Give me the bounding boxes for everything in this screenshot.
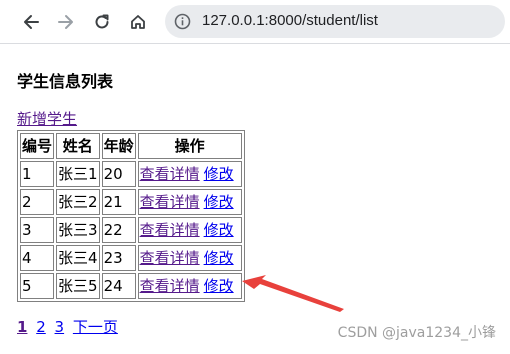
cell-name: 张三1 — [56, 161, 100, 187]
column-header-name: 姓名 — [56, 133, 100, 159]
cell-actions: 查看详情 修改 — [137, 189, 242, 215]
table-row: 2 张三2 21 查看详情 修改 — [20, 189, 242, 215]
cell-age: 20 — [101, 161, 136, 187]
page-link-2[interactable]: 2 — [36, 318, 46, 336]
view-detail-link[interactable]: 查看详情 — [140, 193, 200, 211]
edit-link[interactable]: 修改 — [204, 165, 234, 183]
next-page-link[interactable]: 下一页 — [73, 318, 118, 336]
url-text[interactable]: 127.0.0.1:8000/student/list — [202, 12, 378, 29]
student-table: 编号 姓名 年龄 操作 1 张三1 20 查看详情 修改 2 张三2 21 查看详… — [17, 130, 245, 302]
view-detail-link[interactable]: 查看详情 — [140, 249, 200, 267]
cell-id: 1 — [20, 161, 55, 187]
cell-actions: 查看详情 修改 — [137, 217, 242, 243]
home-icon[interactable] — [126, 10, 150, 34]
table-row: 1 张三1 20 查看详情 修改 — [20, 161, 242, 187]
edit-link[interactable]: 修改 — [204, 193, 234, 211]
cell-name: 张三5 — [56, 273, 100, 299]
table-row: 5 张三5 24 查看详情 修改 — [20, 273, 242, 299]
page-link-1[interactable]: 1 — [17, 318, 27, 336]
page-title: 学生信息列表 — [17, 72, 114, 91]
cell-id: 2 — [20, 189, 55, 215]
edit-link[interactable]: 修改 — [204, 249, 234, 267]
browser-toolbar: 127.0.0.1:8000/student/list — [0, 0, 510, 44]
cell-age: 24 — [101, 273, 136, 299]
cell-age: 21 — [101, 189, 136, 215]
cell-age: 23 — [101, 245, 136, 271]
table-row: 4 张三4 23 查看详情 修改 — [20, 245, 242, 271]
cell-name: 张三2 — [56, 189, 100, 215]
view-detail-link[interactable]: 查看详情 — [140, 277, 200, 295]
page-link-3[interactable]: 3 — [55, 318, 65, 336]
cell-id: 4 — [20, 245, 55, 271]
site-info-icon[interactable] — [174, 13, 191, 30]
watermark: CSDN @java1234_小锋 — [337, 325, 496, 341]
cell-id: 5 — [20, 273, 55, 299]
column-header-id: 编号 — [20, 133, 55, 159]
table-row: 3 张三3 22 查看详情 修改 — [20, 217, 242, 243]
cell-actions: 查看详情 修改 — [137, 245, 242, 271]
page-content: 学生信息列表 新增学生 编号 姓名 年龄 操作 1 张三1 20 查看详情 修改 … — [0, 44, 510, 354]
forward-arrow-icon[interactable] — [54, 10, 78, 34]
cell-name: 张三4 — [56, 245, 100, 271]
address-bar[interactable]: 127.0.0.1:8000/student/list — [165, 5, 505, 38]
back-arrow-icon[interactable] — [19, 10, 43, 34]
column-header-actions: 操作 — [137, 133, 242, 159]
cell-age: 22 — [101, 217, 136, 243]
cell-actions: 查看详情 修改 — [137, 273, 242, 299]
cell-actions: 查看详情 修改 — [137, 161, 242, 187]
cell-name: 张三3 — [56, 217, 100, 243]
view-detail-link[interactable]: 查看详情 — [140, 221, 200, 239]
pagination: 1 2 3 下一页 — [17, 316, 122, 337]
edit-link[interactable]: 修改 — [204, 221, 234, 239]
add-student-link[interactable]: 新增学生 — [17, 108, 77, 129]
table-header-row: 编号 姓名 年龄 操作 — [20, 133, 242, 159]
edit-link[interactable]: 修改 — [204, 277, 234, 295]
view-detail-link[interactable]: 查看详情 — [140, 165, 200, 183]
column-header-age: 年龄 — [101, 133, 136, 159]
cell-id: 3 — [20, 217, 55, 243]
reload-icon[interactable] — [90, 10, 114, 34]
